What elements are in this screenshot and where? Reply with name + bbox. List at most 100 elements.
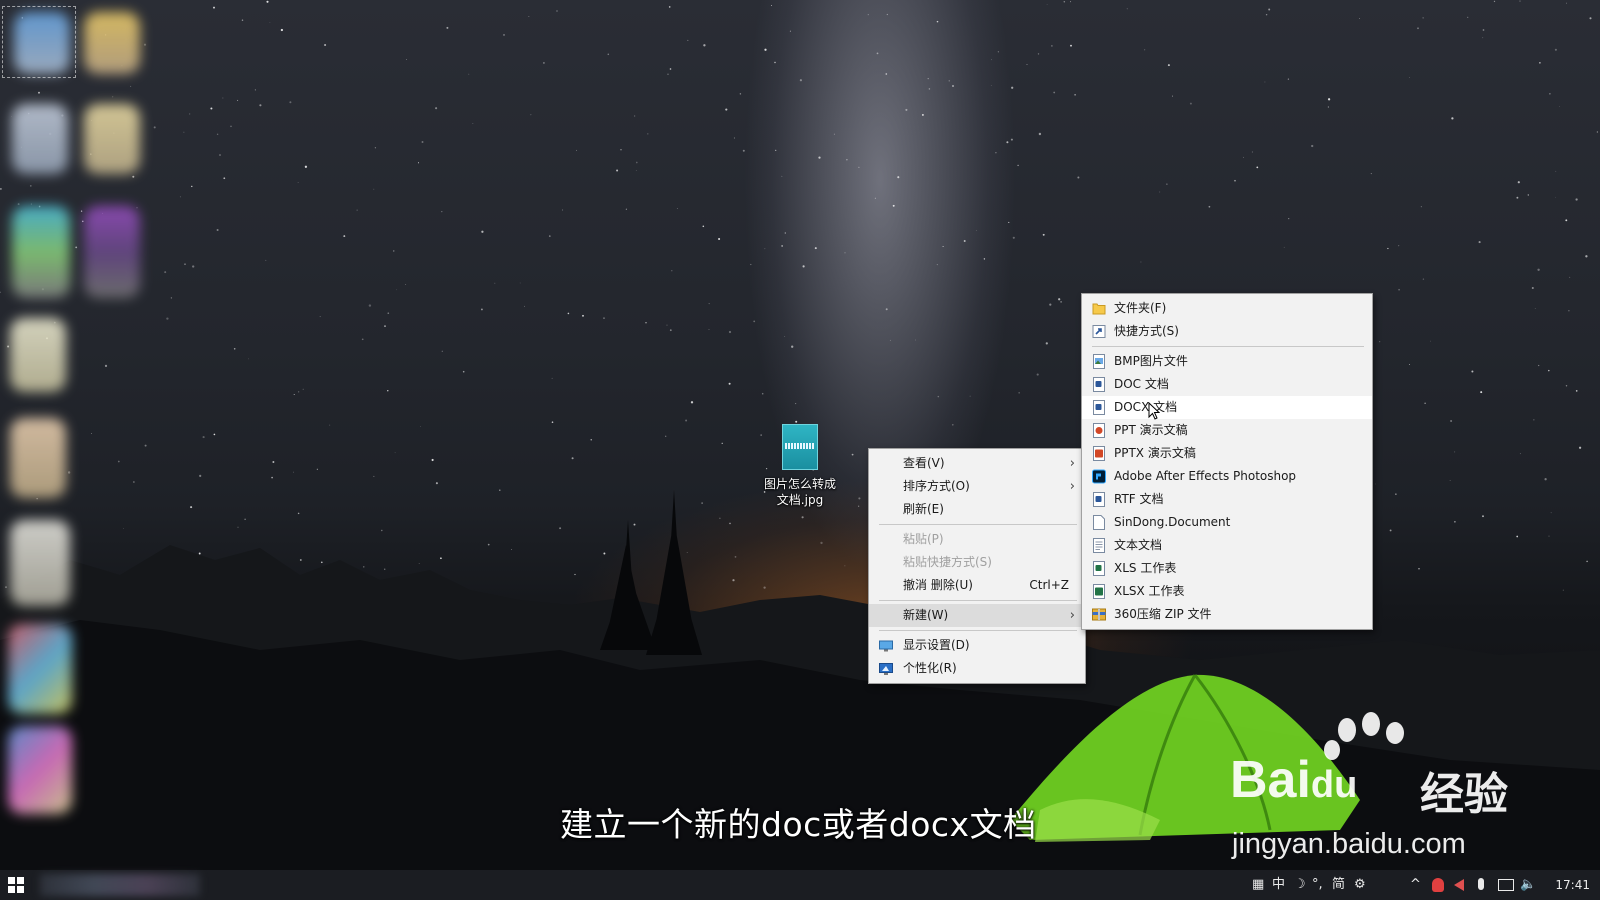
menu-item-label: 快捷方式(S) xyxy=(1114,324,1179,338)
xlsx-file-icon xyxy=(1092,584,1106,599)
system-tray: ▦ 中 ☽ °, 简 ⚙ ^ 🔈 xyxy=(1240,870,1600,900)
ime-settings-icon[interactable]: ⚙ xyxy=(1354,870,1366,900)
flag-icon[interactable] xyxy=(1454,879,1464,891)
windows-start-icon[interactable] xyxy=(8,877,24,893)
chevron-right-icon: › xyxy=(1069,456,1075,471)
chevron-right-icon: › xyxy=(1069,608,1075,623)
menu-item-personalize[interactable]: 个性化(R) xyxy=(869,657,1085,680)
new-submenu: 文件夹(F) 快捷方式(S) BMP图片文件 DOC 文档 DOCX 文档 PP… xyxy=(1081,293,1373,630)
menu-item-label: 粘贴快捷方式(S) xyxy=(903,555,992,569)
menu-item-label: 查看(V) xyxy=(903,456,945,470)
menu-item-label: 刷新(E) xyxy=(903,502,944,516)
menu-item-label: XLSX 工作表 xyxy=(1114,584,1185,598)
new-item-docx[interactable]: DOCX 文档 xyxy=(1082,396,1372,420)
menu-item-undo-delete[interactable]: 撤消 删除(U) Ctrl+Z xyxy=(869,574,1085,597)
menu-item-label: 360压缩 ZIP 文件 xyxy=(1114,607,1212,621)
menu-item-label: XLS 工作表 xyxy=(1114,561,1177,575)
menu-item-label: SinDong.Document xyxy=(1114,515,1231,529)
ime-grid-icon[interactable]: ▦ xyxy=(1252,870,1264,900)
microphone-icon[interactable] xyxy=(1478,878,1484,890)
volume-icon[interactable]: 🔈 xyxy=(1520,870,1536,900)
new-item-doc[interactable]: DOC 文档 xyxy=(1082,373,1372,396)
menu-item-label: 文件夹(F) xyxy=(1114,301,1167,315)
baidu-watermark: Baidu 经验 jingyan.baidu.com xyxy=(1230,712,1530,860)
doc-file-icon xyxy=(1092,377,1106,392)
baidu-brand: Baidu xyxy=(1230,751,1358,809)
menu-item-label: 粘贴(P) xyxy=(903,532,944,546)
menu-item-label: 撤消 删除(U) xyxy=(903,578,973,592)
display-icon xyxy=(879,638,893,653)
docx-file-icon xyxy=(1092,400,1106,415)
taskbar-clock[interactable]: 17:41 xyxy=(1555,870,1590,900)
menu-item-label: 文本文档 xyxy=(1114,538,1163,552)
new-item-xls[interactable]: XLS 工作表 xyxy=(1082,557,1372,580)
blank-file-icon xyxy=(1092,515,1106,530)
ime-moon-icon[interactable]: ☽ xyxy=(1294,870,1306,900)
menu-item-display-settings[interactable]: 显示设置(D) xyxy=(869,634,1085,657)
menu-item-new[interactable]: 新建(W) › xyxy=(869,604,1085,627)
watermark-url: jingyan.baidu.com xyxy=(1232,828,1466,860)
pptx-file-icon xyxy=(1092,446,1106,461)
paw-toe-1 xyxy=(1338,718,1356,742)
menu-item-label: DOCX 文档 xyxy=(1114,400,1178,414)
tray-chevron-icon[interactable]: ^ xyxy=(1410,870,1421,900)
mouse-cursor-icon xyxy=(1148,402,1160,420)
menu-item-paste[interactable]: 粘贴(P) xyxy=(869,528,1085,551)
menu-item-refresh[interactable]: 刷新(E) xyxy=(869,498,1085,521)
menu-item-label: 个性化(R) xyxy=(903,661,957,675)
menu-item-shortcut: Ctrl+Z xyxy=(1029,578,1069,592)
new-item-xlsx[interactable]: XLSX 工作表 xyxy=(1082,580,1372,603)
desktop-file-jpg[interactable]: 图片怎么转成 文档.jpg xyxy=(752,424,848,508)
menu-item-label: Adobe After Effects Photoshop xyxy=(1114,469,1297,483)
menu-item-label: 排序方式(O) xyxy=(903,479,970,493)
selection-rectangle xyxy=(2,6,76,78)
desktop-context-menu: 查看(V) › 排序方式(O) › 刷新(E) 粘贴(P) 粘贴快捷方式(S) 撤消… xyxy=(868,448,1086,684)
video-subtitle: 建立一个新的doc或者docx文档 xyxy=(560,805,1037,844)
taskbar: ▦ 中 ☽ °, 简 ⚙ ^ 🔈 17:41 xyxy=(0,870,1600,900)
new-item-bmp[interactable]: BMP图片文件 xyxy=(1082,350,1372,373)
menu-separator xyxy=(879,630,1077,631)
ime-simplified[interactable]: 简 xyxy=(1332,870,1345,900)
menu-item-label: PPTX 演示文稿 xyxy=(1114,446,1196,460)
desktop-icon-column xyxy=(0,0,150,820)
paw-toe-2 xyxy=(1362,712,1380,736)
file-label-line1: 图片怎么转成 xyxy=(763,477,836,491)
menu-item-sort[interactable]: 排序方式(O) › xyxy=(869,475,1085,498)
new-item-ppt[interactable]: PPT 演示文稿 xyxy=(1082,419,1372,442)
image-file-icon xyxy=(782,424,818,470)
qq-penguin-icon[interactable] xyxy=(1432,878,1444,892)
menu-item-label: 显示设置(D) xyxy=(903,638,970,652)
new-item-sindong[interactable]: SinDong.Document xyxy=(1082,511,1372,534)
file-label-line2: 文档.jpg xyxy=(776,493,824,507)
personalize-icon xyxy=(879,661,893,676)
menu-item-label: RTF 文档 xyxy=(1114,492,1164,506)
menu-item-view[interactable]: 查看(V) › xyxy=(869,452,1085,475)
text-file-icon xyxy=(1092,538,1106,553)
menu-item-label: 新建(W) xyxy=(903,608,949,622)
zip-file-icon xyxy=(1092,607,1106,622)
paw-toe-3 xyxy=(1386,722,1404,744)
taskbar-pinned-apps[interactable] xyxy=(40,874,200,896)
new-item-rtf[interactable]: RTF 文档 xyxy=(1082,488,1372,511)
rtf-file-icon xyxy=(1092,492,1106,507)
menu-item-label: PPT 演示文稿 xyxy=(1114,423,1188,437)
menu-item-label: DOC 文档 xyxy=(1114,377,1169,391)
menu-separator xyxy=(1092,346,1364,347)
new-item-pptx[interactable]: PPTX 演示文稿 xyxy=(1082,442,1372,465)
menu-item-paste-shortcut[interactable]: 粘贴快捷方式(S) xyxy=(869,551,1085,574)
menu-separator xyxy=(879,600,1077,601)
ime-language[interactable]: 中 xyxy=(1272,870,1285,900)
new-item-photoshop[interactable]: Adobe After Effects Photoshop xyxy=(1082,465,1372,488)
bmp-file-icon xyxy=(1092,354,1106,369)
new-item-text[interactable]: 文本文档 xyxy=(1082,534,1372,557)
new-item-zip[interactable]: 360压缩 ZIP 文件 xyxy=(1082,603,1372,626)
ppt-file-icon xyxy=(1092,423,1106,438)
network-icon[interactable] xyxy=(1498,879,1514,891)
new-item-folder[interactable]: 文件夹(F) xyxy=(1082,297,1372,320)
menu-item-label: BMP图片文件 xyxy=(1114,354,1188,368)
new-item-shortcut[interactable]: 快捷方式(S) xyxy=(1082,320,1372,343)
xls-file-icon xyxy=(1092,561,1106,576)
ime-punct-icon[interactable]: °, xyxy=(1312,870,1323,900)
file-label: 图片怎么转成 文档.jpg xyxy=(752,476,848,508)
shortcut-icon xyxy=(1092,324,1106,339)
